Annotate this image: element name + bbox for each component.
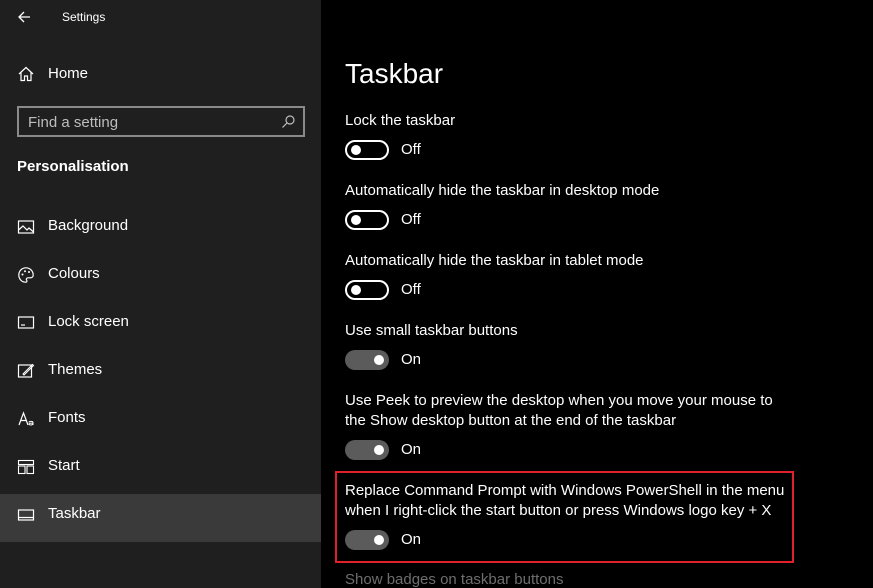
autohide-tablet-toggle[interactable] [345, 280, 389, 300]
toggle-state-text: Off [401, 211, 421, 228]
setting-show-badges-label: Show badges on taskbar buttons [345, 571, 564, 588]
toggle-knob [351, 215, 361, 225]
setting-label: Use Peek to preview the desktop when you… [345, 392, 773, 429]
setting-label: Replace Command Prompt with Windows Powe… [345, 482, 785, 519]
toggle-knob [374, 355, 384, 365]
sidebar-item-fonts[interactable]: Fonts [0, 398, 321, 446]
sidebar-nav: Background Colours Lock screen Themes Fo… [0, 206, 321, 542]
toggle-state-text: Off [401, 281, 421, 298]
setting-autohide-tablet: Automatically hide the taskbar in tablet… [345, 251, 865, 304]
home-icon [18, 66, 34, 82]
toggle-state-text: On [401, 441, 422, 458]
setting-small-buttons: Use small taskbar buttons On [345, 321, 865, 374]
setting-powershell: Replace Command Prompt with Windows Powe… [345, 481, 795, 554]
sidebar-item-start[interactable]: Start [0, 446, 321, 494]
setting-label: Lock the taskbar [345, 112, 456, 129]
small-buttons-toggle[interactable] [345, 350, 389, 370]
title-bar: Settings [0, 0, 321, 34]
powershell-toggle[interactable] [345, 530, 389, 550]
sidebar: Settings Home Personalisation Background [0, 0, 321, 588]
sidebar-item-colours[interactable]: Colours [0, 254, 321, 302]
search-input[interactable] [28, 112, 278, 132]
back-button[interactable] [14, 6, 36, 28]
toggle-knob [374, 445, 384, 455]
autohide-desktop-toggle[interactable] [345, 210, 389, 230]
setting-peek: Use Peek to preview the desktop when you… [345, 391, 785, 464]
setting-autohide-desktop: Automatically hide the taskbar in deskto… [345, 181, 865, 234]
back-arrow-icon [18, 11, 30, 23]
toggle-knob [374, 535, 384, 545]
setting-label: Automatically hide the taskbar in tablet… [345, 252, 644, 269]
themes-icon [17, 363, 35, 378]
toggle-state-text: On [401, 531, 422, 548]
home-button[interactable]: Home [0, 58, 321, 90]
search-box[interactable] [17, 106, 305, 137]
section-title: Personalisation [17, 158, 129, 175]
toggle-state-text: On [401, 351, 422, 368]
sidebar-item-label: Taskbar [48, 505, 101, 522]
toggle-knob [351, 285, 361, 295]
home-label: Home [48, 65, 89, 82]
page-title: Taskbar [345, 58, 444, 89]
lock-taskbar-toggle[interactable] [345, 140, 389, 160]
sidebar-item-taskbar[interactable]: Taskbar [0, 494, 321, 542]
taskbar-icon [17, 509, 35, 521]
picture-icon [17, 220, 35, 234]
main-panel: Taskbar Lock the taskbar Off Automatical… [321, 0, 873, 588]
search-icon[interactable] [280, 114, 296, 130]
sidebar-item-label: Background [48, 217, 129, 234]
toggle-knob [351, 145, 361, 155]
start-icon [17, 459, 35, 475]
palette-icon [18, 267, 34, 283]
peek-toggle[interactable] [345, 440, 389, 460]
sidebar-item-background[interactable]: Background [0, 206, 321, 254]
lock-screen-icon [17, 316, 35, 329]
setting-label: Use small taskbar buttons [345, 322, 518, 339]
sidebar-item-label: Fonts [48, 409, 86, 426]
app-title: Settings [62, 10, 106, 24]
fonts-icon [18, 411, 34, 426]
toggle-state-text: Off [401, 141, 421, 158]
sidebar-item-label: Lock screen [48, 313, 129, 330]
sidebar-item-label: Start [48, 457, 80, 474]
setting-label: Automatically hide the taskbar in deskto… [345, 182, 660, 199]
sidebar-item-label: Colours [48, 265, 100, 282]
sidebar-item-label: Themes [48, 361, 103, 378]
sidebar-item-themes[interactable]: Themes [0, 350, 321, 398]
sidebar-item-lock-screen[interactable]: Lock screen [0, 302, 321, 350]
setting-lock-taskbar: Lock the taskbar Off [345, 111, 865, 164]
